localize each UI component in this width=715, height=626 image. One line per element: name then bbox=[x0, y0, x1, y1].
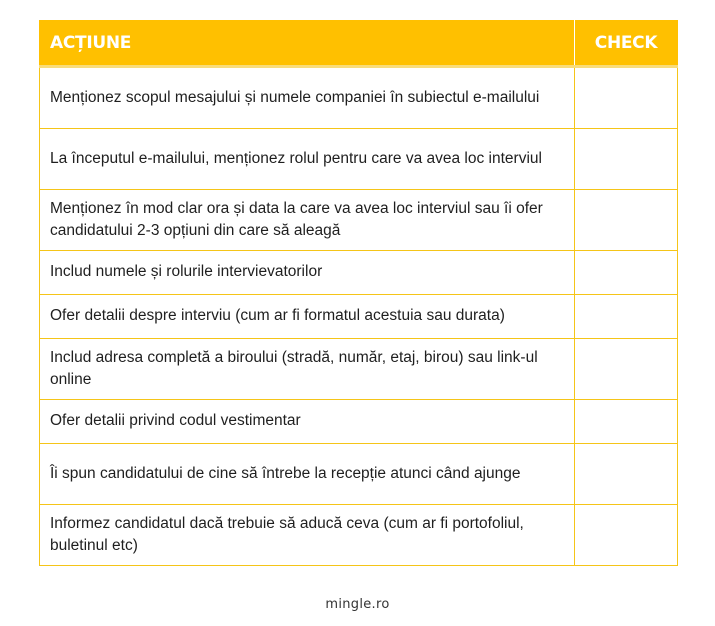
action-cell: Îi spun candidatului de cine să întrebe … bbox=[39, 443, 575, 505]
check-cell[interactable] bbox=[574, 399, 678, 444]
table-row: Ofer detalii despre interviu (cum ar fi … bbox=[39, 294, 678, 339]
table-row: Menționez scopul mesajului și numele com… bbox=[39, 65, 678, 129]
table-row: Includ adresa completă a biroului (strad… bbox=[39, 338, 678, 400]
check-cell[interactable] bbox=[574, 338, 678, 400]
table-row: Informez candidatul dacă trebuie să aduc… bbox=[39, 504, 678, 566]
checklist-table: ACȚIUNE CHECK Menționez scopul mesajului… bbox=[39, 20, 678, 566]
header-row: ACȚIUNE CHECK bbox=[39, 20, 678, 67]
check-cell[interactable] bbox=[574, 504, 678, 566]
action-cell: Menționez în mod clar ora și data la car… bbox=[39, 189, 575, 251]
table-row: La începutul e-mailului, menționez rolul… bbox=[39, 128, 678, 190]
column-header-action: ACȚIUNE bbox=[39, 20, 575, 67]
action-cell: Includ adresa completă a biroului (strad… bbox=[39, 338, 575, 400]
column-header-check: CHECK bbox=[574, 20, 678, 67]
check-cell[interactable] bbox=[574, 250, 678, 295]
check-cell[interactable] bbox=[574, 443, 678, 505]
action-cell: Includ numele și rolurile intervievatori… bbox=[39, 250, 575, 295]
check-cell[interactable] bbox=[574, 128, 678, 190]
table-row: Includ numele și rolurile intervievatori… bbox=[39, 250, 678, 295]
table-row: Ofer detalii privind codul vestimentar bbox=[39, 399, 678, 444]
action-cell: Ofer detalii despre interviu (cum ar fi … bbox=[39, 294, 575, 339]
check-cell[interactable] bbox=[574, 294, 678, 339]
check-cell[interactable] bbox=[574, 65, 678, 129]
action-cell: La începutul e-mailului, menționez rolul… bbox=[39, 128, 575, 190]
action-cell: Menționez scopul mesajului și numele com… bbox=[39, 65, 575, 129]
source-footer: mingle.ro bbox=[325, 597, 390, 612]
table-row: Menționez în mod clar ora și data la car… bbox=[39, 189, 678, 251]
check-cell[interactable] bbox=[574, 189, 678, 251]
table-row: Îi spun candidatului de cine să întrebe … bbox=[39, 443, 678, 505]
action-cell: Informez candidatul dacă trebuie să aduc… bbox=[39, 504, 575, 566]
action-cell: Ofer detalii privind codul vestimentar bbox=[39, 399, 575, 444]
